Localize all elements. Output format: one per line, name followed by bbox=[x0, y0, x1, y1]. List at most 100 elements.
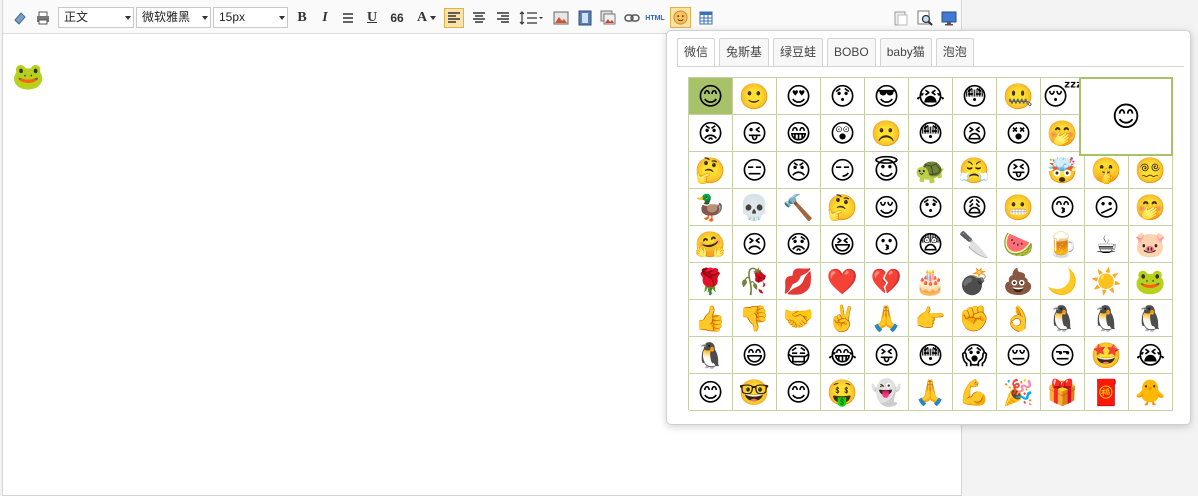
emoji-cell[interactable]: 🤗 bbox=[689, 226, 733, 263]
emoji-cell[interactable]: 👍 bbox=[689, 300, 733, 337]
preview-search-icon[interactable] bbox=[916, 9, 934, 27]
chevron-down-icon[interactable] bbox=[429, 9, 437, 27]
font-size-select[interactable]: 15px bbox=[213, 7, 288, 28]
emoji-cell[interactable]: 👌 bbox=[997, 300, 1041, 337]
emoji-cell[interactable]: 😂 bbox=[821, 337, 865, 374]
emoji-cell[interactable]: 😳 bbox=[953, 78, 997, 115]
emoji-cell[interactable]: 😌 bbox=[865, 189, 909, 226]
emoji-cell[interactable]: 😣 bbox=[733, 226, 777, 263]
emoji-cell[interactable]: 💣 bbox=[953, 263, 997, 300]
emoji-cell[interactable]: 😏 bbox=[821, 152, 865, 189]
align-center-icon[interactable] bbox=[470, 9, 488, 27]
emoji-cell[interactable]: 🐸 bbox=[1129, 263, 1173, 300]
emoji-cell[interactable]: ☹️ bbox=[865, 115, 909, 152]
emoji-cell[interactable]: 🤔 bbox=[689, 152, 733, 189]
emoji-cell[interactable]: 🥀 bbox=[733, 263, 777, 300]
strikethrough-icon[interactable] bbox=[339, 9, 357, 27]
emoji-cell[interactable]: 😇 bbox=[865, 152, 909, 189]
emoji-cell[interactable]: 🙏 bbox=[909, 374, 953, 411]
print-icon[interactable] bbox=[34, 9, 52, 27]
emoji-cell[interactable]: 💀 bbox=[733, 189, 777, 226]
emoji-cell[interactable]: ☕ bbox=[1085, 226, 1129, 263]
emoji-cell[interactable]: 😜 bbox=[733, 115, 777, 152]
emoji-cell[interactable]: 🐥 bbox=[1129, 374, 1173, 411]
emoji-cell[interactable]: 🐧 bbox=[689, 337, 733, 374]
emoji-cell[interactable]: 💪 bbox=[953, 374, 997, 411]
emoji-cell[interactable]: 😊 bbox=[777, 374, 821, 411]
emoji-cell[interactable]: 🤔 bbox=[821, 189, 865, 226]
font-family-select[interactable]: 微软雅黑 bbox=[136, 7, 211, 28]
emoji-cell[interactable]: 😯 bbox=[821, 78, 865, 115]
emoji-cell[interactable]: 😁 bbox=[777, 115, 821, 152]
emoji-cell[interactable]: 💋 bbox=[777, 263, 821, 300]
emoji-cell[interactable]: 😗 bbox=[865, 226, 909, 263]
emoji-cell[interactable]: 🎁 bbox=[1041, 374, 1085, 411]
html-source-button[interactable]: HTML bbox=[644, 9, 666, 27]
emoji-cell[interactable]: 💔 bbox=[865, 263, 909, 300]
underline-button[interactable]: U bbox=[363, 9, 381, 27]
align-right-icon[interactable] bbox=[494, 9, 512, 27]
emoji-cell[interactable]: 🌙 bbox=[1041, 263, 1085, 300]
emoji-cell[interactable]: 😝 bbox=[997, 152, 1041, 189]
link-icon[interactable] bbox=[623, 9, 641, 27]
emoji-cell[interactable]: 🙂 bbox=[733, 78, 777, 115]
emoji-cell[interactable]: ✊ bbox=[953, 300, 997, 337]
paste-icon[interactable] bbox=[892, 9, 910, 27]
emoji-cell[interactable]: 🐢 bbox=[909, 152, 953, 189]
emoji-cell[interactable]: 🔪 bbox=[953, 226, 997, 263]
multi-image-icon[interactable] bbox=[599, 9, 617, 27]
emoji-cell[interactable]: 😔 bbox=[997, 337, 1041, 374]
emoji-cell[interactable]: 🐧 bbox=[1129, 300, 1173, 337]
emoji-tab[interactable]: BOBO bbox=[827, 38, 876, 66]
emoji-cell[interactable]: 😲 bbox=[821, 115, 865, 152]
emoji-cell[interactable]: 😵 bbox=[997, 115, 1041, 152]
emoji-cell[interactable]: 😊 bbox=[689, 374, 733, 411]
emoji-cell[interactable]: 🐧 bbox=[1085, 300, 1129, 337]
emoji-cell[interactable]: 😒 bbox=[1041, 337, 1085, 374]
emoji-cell[interactable]: 🤩 bbox=[1085, 337, 1129, 374]
line-height-icon[interactable] bbox=[518, 9, 544, 27]
paragraph-format-select[interactable]: 正文 bbox=[58, 7, 134, 28]
emoji-cell[interactable]: 😎 bbox=[865, 78, 909, 115]
emoji-tab[interactable]: 绿豆蛙 bbox=[773, 38, 824, 66]
emoji-cell[interactable]: 🦆 bbox=[689, 189, 733, 226]
emoji-tab[interactable]: baby猫 bbox=[879, 38, 932, 66]
emoji-cell[interactable]: 🍺 bbox=[1041, 226, 1085, 263]
bold-button[interactable]: B bbox=[293, 9, 311, 27]
emoji-cell[interactable]: 😳 bbox=[909, 337, 953, 374]
emoji-cell[interactable]: 👉 bbox=[909, 300, 953, 337]
emoji-cell[interactable]: ❤️ bbox=[821, 263, 865, 300]
emoji-cell[interactable]: 😱 bbox=[953, 337, 997, 374]
table-icon[interactable] bbox=[697, 9, 715, 27]
emoji-cell[interactable]: 😤 bbox=[953, 152, 997, 189]
emoji-cell[interactable]: 🐷 bbox=[1129, 226, 1173, 263]
emoji-tab[interactable]: 兔斯基 bbox=[719, 38, 770, 66]
clear-format-icon[interactable] bbox=[11, 9, 29, 27]
image-icon[interactable] bbox=[552, 9, 570, 27]
emoji-cell[interactable]: 😡 bbox=[689, 115, 733, 152]
emoji-cell[interactable]: 😕 bbox=[1085, 189, 1129, 226]
emoji-tab[interactable]: 泡泡 bbox=[935, 38, 974, 66]
emoji-tab[interactable]: 微信 bbox=[677, 38, 716, 67]
emoji-cell[interactable]: 😭 bbox=[909, 78, 953, 115]
emoji-cell[interactable]: 🤯 bbox=[1041, 152, 1085, 189]
emoji-cell[interactable]: 😬 bbox=[997, 189, 1041, 226]
emoji-cell[interactable]: 🙏 bbox=[865, 300, 909, 337]
emoji-cell[interactable]: 🤭 bbox=[1129, 189, 1173, 226]
blockquote-button[interactable]: 66 bbox=[388, 9, 406, 27]
emoji-cell[interactable]: 😍 bbox=[777, 78, 821, 115]
emoji-cell[interactable]: 👎 bbox=[733, 300, 777, 337]
emoji-cell[interactable]: 😊 bbox=[689, 78, 733, 115]
emoji-cell[interactable]: 👻 bbox=[865, 374, 909, 411]
emoji-cell[interactable]: 😙 bbox=[1041, 189, 1085, 226]
emoji-cell[interactable]: 😯 bbox=[909, 189, 953, 226]
emoji-cell[interactable]: 🎉 bbox=[997, 374, 1041, 411]
emoji-cell[interactable]: 😵‍💫 bbox=[1129, 152, 1173, 189]
fullscreen-icon[interactable] bbox=[940, 9, 958, 27]
emoji-cell[interactable]: 😨 bbox=[909, 226, 953, 263]
emoji-cell[interactable]: 😠 bbox=[777, 152, 821, 189]
emoji-cell[interactable]: 🤓 bbox=[733, 374, 777, 411]
emoji-cell[interactable]: ✌️ bbox=[821, 300, 865, 337]
emoji-cell[interactable]: 😩 bbox=[953, 189, 997, 226]
emoji-cell[interactable]: 😳 bbox=[909, 115, 953, 152]
